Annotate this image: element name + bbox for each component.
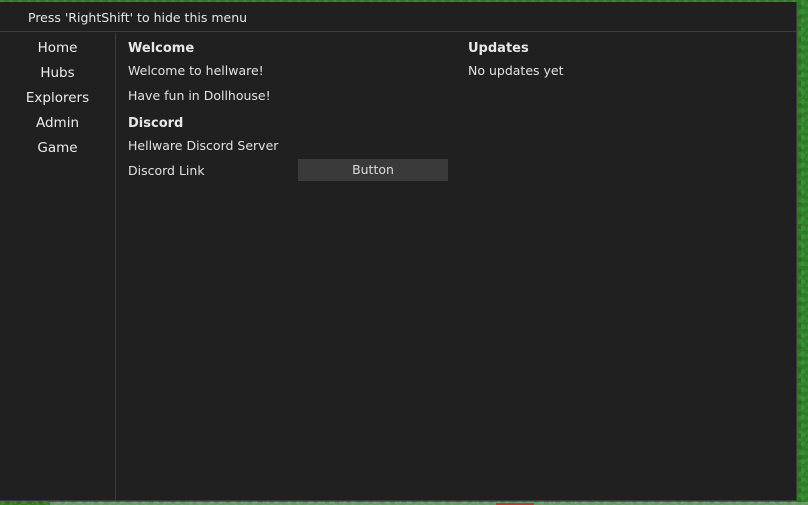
hide-menu-hint: Press 'RightShift' to hide this menu <box>28 10 248 25</box>
have-fun-text: Have fun in Dollhouse! <box>128 88 271 103</box>
welcome-heading: Welcome <box>128 41 195 56</box>
sidebar-item-hubs[interactable]: Hubs <box>0 65 115 81</box>
hellware-menu-window: Press 'RightShift' to hide this menu Hom… <box>0 2 797 501</box>
sidebar-item-home[interactable]: Home <box>0 40 115 56</box>
title-bar[interactable]: Press 'RightShift' to hide this menu <box>0 2 796 32</box>
sidebar-item-explorers[interactable]: Explorers <box>0 90 115 106</box>
discord-heading: Discord <box>128 116 184 131</box>
home-page-content: Welcome Welcome to hellware! Have fun in… <box>117 33 795 501</box>
sidebar: Home Hubs Explorers Admin Game <box>0 33 116 501</box>
welcome-text: Welcome to hellware! <box>128 63 264 78</box>
sidebar-item-game[interactable]: Game <box>0 140 115 156</box>
updates-text: No updates yet <box>468 63 564 78</box>
updates-heading: Updates <box>468 41 529 56</box>
discord-server-label: Hellware Discord Server <box>128 138 279 153</box>
discord-link-label: Discord Link <box>128 163 205 178</box>
discord-link-button[interactable]: Button <box>298 159 448 181</box>
sidebar-item-admin[interactable]: Admin <box>0 115 115 131</box>
